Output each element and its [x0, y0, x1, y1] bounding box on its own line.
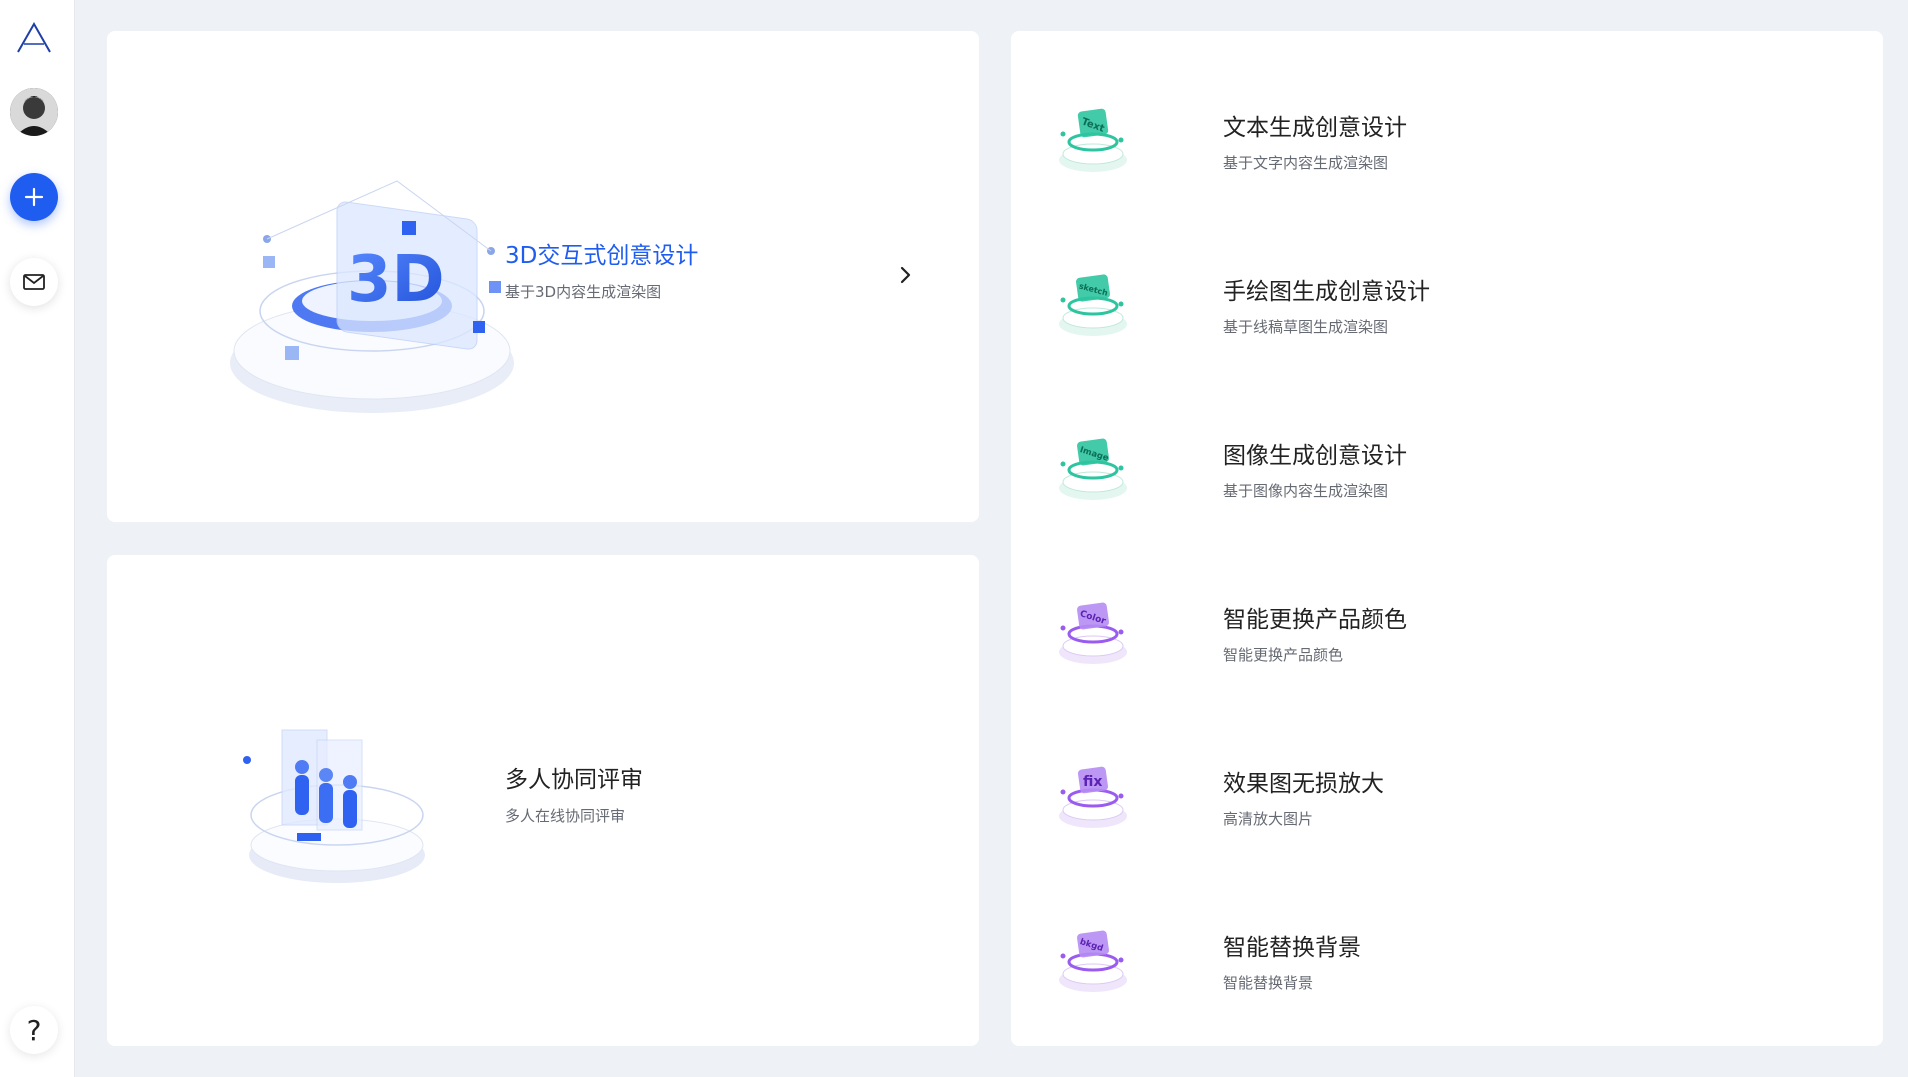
- tool-title: 手绘图生成创意设计: [1223, 279, 1430, 305]
- fix-badge-icon: fix: [1051, 752, 1136, 837]
- plus-icon: [24, 187, 44, 207]
- card-collaborative-review[interactable]: 多人协同评审 多人在线协同评审: [107, 555, 979, 1046]
- list-item-image-to-design[interactable]: Image 图像生成创意设计 基于图像内容生成渲染图: [1051, 414, 1831, 514]
- tool-description: 智能更换产品颜色: [1223, 646, 1344, 664]
- card-description: 基于3D内容生成渲染图: [505, 283, 662, 301]
- background-badge-icon: bkgd: [1051, 916, 1136, 1001]
- list-item-lossless-upscale[interactable]: fix 效果图无损放大 高清放大图片: [1051, 742, 1831, 842]
- sketch-badge-icon: sketch: [1051, 260, 1136, 345]
- text-badge-icon: Text: [1051, 96, 1136, 181]
- tool-description: 基于文字内容生成渲染图: [1223, 154, 1389, 172]
- avatar[interactable]: [10, 88, 58, 136]
- svg-text:fix: fix: [1083, 774, 1102, 790]
- sidebar: ?: [0, 0, 75, 1077]
- tool-title: 效果图无损放大: [1223, 771, 1384, 797]
- tool-title: 智能更换产品颜色: [1223, 607, 1407, 633]
- card-description: 多人在线协同评审: [505, 807, 626, 825]
- list-item-change-color[interactable]: Color 智能更换产品颜色 智能更换产品颜色: [1051, 578, 1831, 678]
- chevron-right-icon[interactable]: [893, 263, 917, 287]
- color-badge-icon: Color: [1051, 588, 1136, 673]
- mail-icon: [23, 274, 45, 290]
- team-review-illustration-icon: [237, 715, 437, 885]
- card-title: 多人协同评审: [505, 767, 643, 793]
- 3d-text: 3D: [347, 243, 445, 317]
- tool-description: 基于图像内容生成渲染图: [1223, 482, 1389, 500]
- logo-a-icon[interactable]: [14, 18, 54, 58]
- tool-title: 文本生成创意设计: [1223, 115, 1407, 141]
- tool-description: 智能替换背景: [1223, 974, 1314, 992]
- tool-description: 高清放大图片: [1223, 810, 1314, 828]
- list-item-replace-background[interactable]: bkgd 智能替换背景 智能替换背景: [1051, 906, 1831, 1006]
- help-button[interactable]: ?: [10, 1006, 58, 1054]
- tools-list: Text 文本生成创意设计 基于文字内容生成渲染图 sketch 手绘图生成创意…: [1011, 31, 1883, 1046]
- 3d-illustration-icon: 3D: [197, 151, 527, 421]
- list-item-sketch-to-design[interactable]: sketch 手绘图生成创意设计 基于线稿草图生成渲染图: [1051, 250, 1831, 350]
- mail-button[interactable]: [10, 258, 58, 306]
- tool-title: 智能替换背景: [1223, 935, 1361, 961]
- add-button[interactable]: [10, 173, 58, 221]
- tool-description: 基于线稿草图生成渲染图: [1223, 318, 1389, 336]
- card-3d-design[interactable]: 3D 3D交互式创意设计 基于3D内容生成渲染图: [107, 31, 979, 522]
- list-item-text-to-design[interactable]: Text 文本生成创意设计 基于文字内容生成渲染图: [1051, 86, 1831, 186]
- image-badge-icon: Image: [1051, 424, 1136, 509]
- tool-title: 图像生成创意设计: [1223, 443, 1407, 469]
- card-title: 3D交互式创意设计: [505, 243, 699, 269]
